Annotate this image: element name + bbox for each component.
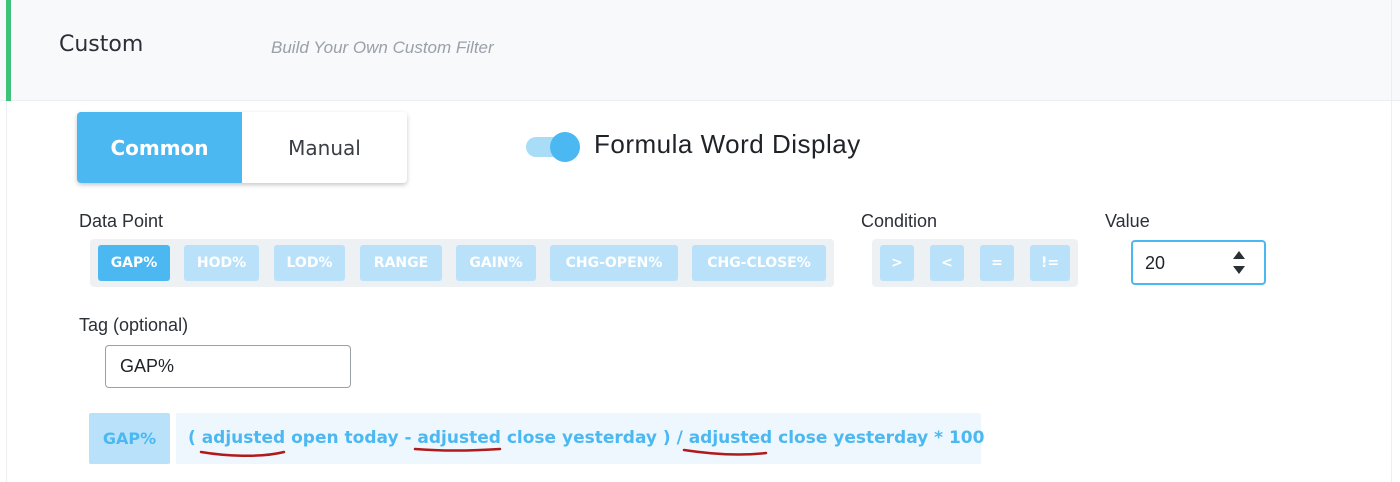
data-point-range[interactable]: RANGE xyxy=(360,245,442,281)
section-subtitle: Build Your Own Custom Filter xyxy=(271,38,494,57)
data-point-gain[interactable]: GAIN% xyxy=(456,245,536,281)
formula-word-display-toggle[interactable] xyxy=(526,132,580,162)
left-border xyxy=(6,101,7,482)
value-number-input[interactable]: 20 xyxy=(1131,240,1266,285)
tab-manual[interactable]: Manual xyxy=(242,112,407,183)
data-point-chg-open[interactable]: CHG-OPEN% xyxy=(550,245,678,281)
tag-input[interactable]: GAP% xyxy=(105,345,351,388)
custom-filter-page: Custom Build Your Own Custom Filter Comm… xyxy=(0,0,1400,482)
section-header: Custom Build Your Own Custom Filter xyxy=(0,0,1400,101)
condition-label: Condition xyxy=(861,211,938,231)
value-label: Value xyxy=(1105,211,1150,231)
formula-tag-badge: GAP% xyxy=(89,413,170,464)
value-text: 20 xyxy=(1145,253,1166,273)
condition-options: > < = != xyxy=(872,239,1078,287)
condition-less-than[interactable]: < xyxy=(930,245,964,281)
formula-word-display-label: Formula Word Display xyxy=(594,129,861,159)
data-point-lod[interactable]: LOD% xyxy=(274,245,345,281)
tab-common[interactable]: Common xyxy=(77,112,242,183)
data-point-label: Data Point xyxy=(79,211,164,231)
data-point-hod[interactable]: HOD% xyxy=(184,245,259,281)
value-stepper[interactable] xyxy=(1229,248,1249,278)
data-point-options: GAP% HOD% LOD% RANGE GAIN% CHG-OPEN% CHG… xyxy=(90,239,834,287)
mode-segmented-control: Common Manual xyxy=(77,112,407,183)
section-title: Custom xyxy=(59,32,144,57)
toggle-knob xyxy=(550,132,580,162)
formula-text: ( adjusted open today - adjusted close y… xyxy=(188,428,985,448)
stepper-down-icon[interactable] xyxy=(1233,266,1245,274)
right-border xyxy=(1391,0,1392,482)
condition-greater-than[interactable]: > xyxy=(880,245,914,281)
section-accent-bar xyxy=(6,0,11,101)
stepper-up-icon[interactable] xyxy=(1233,251,1245,259)
condition-equals[interactable]: = xyxy=(980,245,1014,281)
data-point-chg-close[interactable]: CHG-CLOSE% xyxy=(692,245,826,281)
data-point-gap[interactable]: GAP% xyxy=(98,245,170,281)
tag-label: Tag (optional) xyxy=(79,315,189,335)
condition-not-equals[interactable]: != xyxy=(1030,245,1070,281)
formula-display: ( adjusted open today - adjusted close y… xyxy=(176,413,985,464)
